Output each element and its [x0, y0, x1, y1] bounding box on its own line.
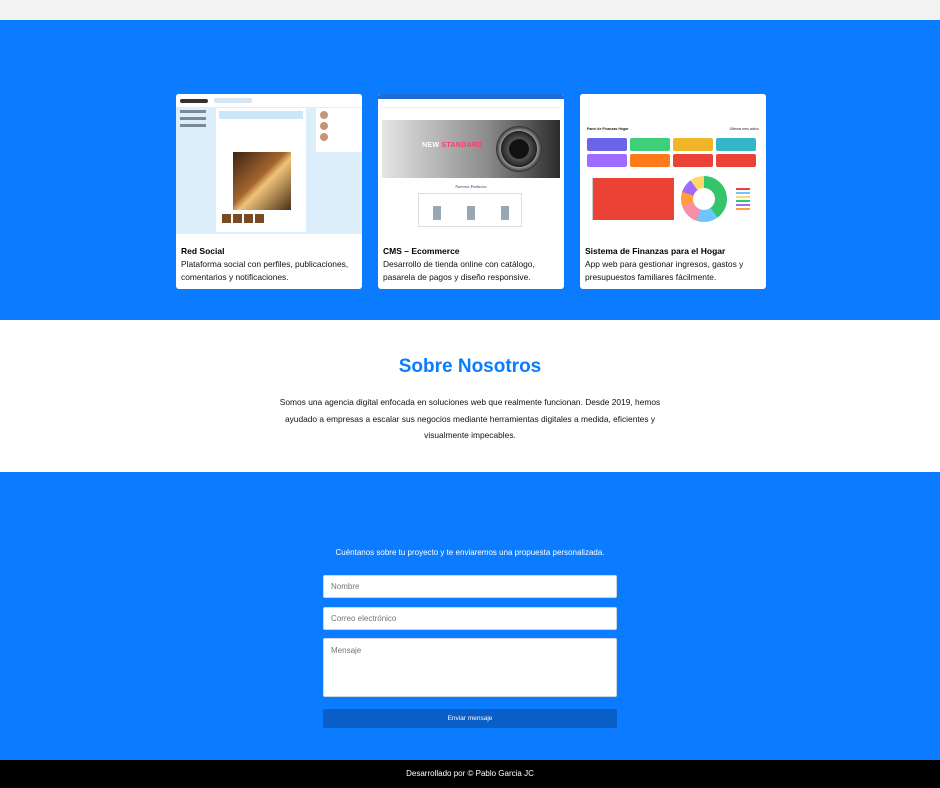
top-strip — [0, 0, 940, 20]
bar-chart-image — [592, 178, 674, 220]
project-description: Desarrollo de tienda online con catálogo… — [383, 259, 535, 282]
thumb-header: Panel de Finanzas Hogar — [587, 127, 629, 131]
project-card-ecommerce[interactable]: NEW STANDARD Nuestros Productos CMS – Ec… — [378, 94, 564, 289]
project-description: App web para gestionar ingresos, gastos … — [585, 259, 744, 282]
footer-text: Desarrollado por © Pablo Garcia JC — [406, 769, 534, 778]
project-thumbnail-social — [176, 94, 362, 234]
project-cards: Red Social Plataforma social con perfile… — [176, 94, 766, 289]
thumb-banner: NEW — [422, 142, 440, 149]
email-input[interactable] — [323, 607, 617, 630]
message-textarea[interactable] — [323, 638, 617, 697]
portfolio-section: Red Social Plataforma social con perfile… — [0, 20, 940, 320]
project-card-social[interactable]: Red Social Plataforma social con perfile… — [176, 94, 362, 289]
contact-intro: Cuéntanos sobre tu proyecto y te enviare… — [335, 548, 605, 557]
about-section: Sobre Nosotros Somos una agencia digital… — [0, 320, 940, 472]
thumb-banner-accent: STANDARD — [441, 142, 483, 149]
project-title: Sistema de Finanzas para el Hogar — [585, 246, 726, 256]
footer: Desarrollado por © Pablo Garcia JC — [0, 760, 940, 788]
about-text: Somos una agencia digital enfocada en so… — [279, 397, 661, 440]
thumb-header-right: Últimos mes activo — [729, 127, 759, 131]
name-input[interactable] — [323, 575, 617, 598]
about-title: Sobre Nosotros — [398, 356, 542, 377]
project-thumbnail-finance: Panel de Finanzas Hogar Últimos mes acti… — [580, 94, 766, 234]
project-description: Plataforma social con perfiles, publicac… — [181, 259, 349, 282]
contact-section: Cuéntanos sobre tu proyecto y te enviare… — [0, 472, 940, 760]
donut-chart-image — [681, 176, 727, 222]
project-title: Red Social — [181, 246, 225, 256]
thumb-products-title: Nuestros Productos — [455, 184, 487, 189]
project-title: CMS – Ecommerce — [383, 246, 460, 256]
camera-lens-image — [496, 126, 542, 172]
project-card-finance[interactable]: Panel de Finanzas Hogar Últimos mes acti… — [580, 94, 766, 289]
project-thumbnail-ecommerce: NEW STANDARD Nuestros Productos — [378, 94, 564, 234]
submit-button[interactable]: Enviar mensaje — [323, 709, 617, 728]
